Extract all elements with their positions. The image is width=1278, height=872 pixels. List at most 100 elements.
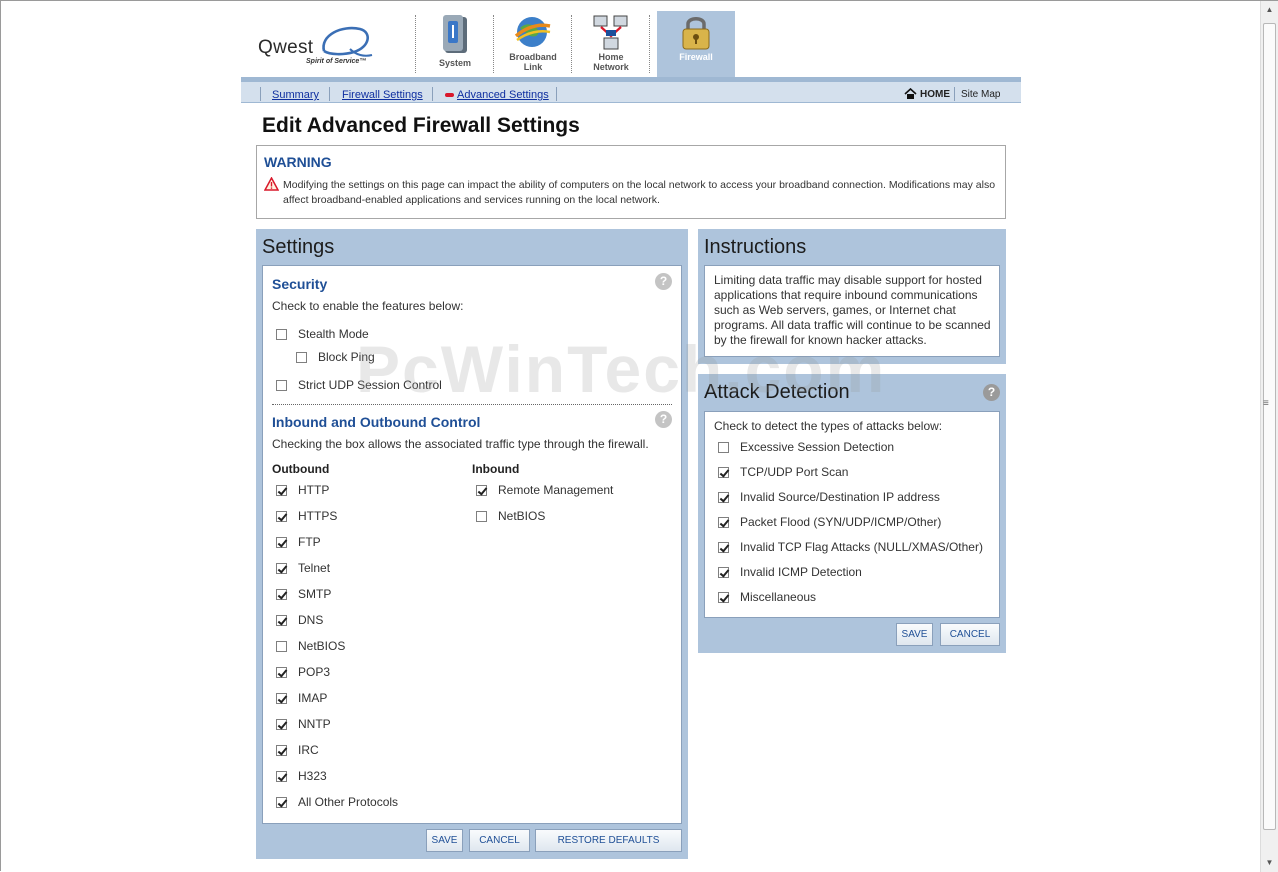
nav-tab-home-network[interactable]: Home Network: [575, 11, 647, 77]
excessive-session-option[interactable]: Excessive Session Detection: [718, 439, 894, 455]
warning-title: WARNING: [264, 154, 332, 170]
outbound-nntp-option[interactable]: NNTP: [276, 716, 331, 732]
outbound-imap-checkbox[interactable]: [276, 693, 287, 704]
outbound-smtp-checkbox[interactable]: [276, 589, 287, 600]
attack-cancel-button[interactable]: CANCEL: [940, 623, 1000, 646]
attack-save-button[interactable]: SAVE: [896, 623, 933, 646]
page-title: Edit Advanced Firewall Settings: [262, 114, 580, 137]
nav-tab-label: Home: [598, 52, 624, 62]
inbound-remote-management-checkbox[interactable]: [476, 485, 487, 496]
miscellaneous-option[interactable]: Miscellaneous: [718, 589, 816, 605]
option-label: POP3: [298, 665, 331, 679]
outbound-telnet-checkbox[interactable]: [276, 563, 287, 574]
control-help-icon[interactable]: ?: [655, 411, 672, 428]
settings-inner-box: Security ? Check to enable the features …: [262, 265, 682, 824]
option-label: Invalid ICMP Detection: [740, 565, 862, 579]
outbound-pop3-checkbox[interactable]: [276, 667, 287, 678]
inbound-netbios-option[interactable]: NetBIOS: [476, 508, 545, 524]
outbound-h323-option[interactable]: H323: [276, 768, 327, 784]
security-title: Security: [272, 276, 328, 292]
outbound-dns-checkbox[interactable]: [276, 615, 287, 626]
scroll-up-arrow-icon[interactable]: ▲: [1261, 1, 1278, 18]
option-label: NNTP: [298, 717, 331, 731]
outbound-smtp-option[interactable]: SMTP: [276, 586, 331, 602]
site-map-link[interactable]: Site Map: [961, 89, 1000, 100]
home-link[interactable]: HOME: [920, 89, 950, 100]
section-divider: [272, 404, 672, 405]
nav-tab-system[interactable]: System: [419, 11, 491, 77]
port-scan-checkbox[interactable]: [718, 467, 729, 478]
invalid-icmp-option[interactable]: Invalid ICMP Detection: [718, 564, 862, 580]
inbound-header: Inbound: [472, 462, 520, 476]
vertical-scrollbar[interactable]: ▲ ≡ ▼: [1260, 1, 1278, 872]
nav-tab-firewall[interactable]: Firewall: [657, 11, 735, 77]
outbound-nntp-checkbox[interactable]: [276, 719, 287, 730]
outbound-all-other-checkbox[interactable]: [276, 797, 287, 808]
option-label: H323: [298, 769, 327, 783]
outbound-http-option[interactable]: HTTP: [276, 482, 329, 498]
nav-tab-label: Broadband: [509, 52, 557, 62]
option-label: Block Ping: [318, 350, 375, 364]
outbound-imap-option[interactable]: IMAP: [276, 690, 327, 706]
invalid-ip-checkbox[interactable]: [718, 492, 729, 503]
stealth-mode-checkbox[interactable]: [276, 329, 287, 340]
strict-udp-option[interactable]: Strict UDP Session Control: [276, 377, 442, 393]
attack-help-icon[interactable]: ?: [983, 384, 1000, 401]
stealth-mode-option[interactable]: Stealth Mode: [276, 326, 369, 342]
outbound-netbios-checkbox[interactable]: [276, 641, 287, 652]
nav-divider: [571, 15, 572, 73]
port-scan-option[interactable]: TCP/UDP Port Scan: [718, 464, 848, 480]
settings-cancel-button[interactable]: CANCEL: [469, 829, 530, 852]
home-icon[interactable]: [904, 88, 917, 99]
scrollbar-thumb[interactable]: [1263, 23, 1276, 830]
warning-box: WARNING Modifying the settings on this p…: [256, 145, 1006, 219]
qwest-logo[interactable]: Qwest Spirit of Service™: [258, 25, 378, 70]
security-help-icon[interactable]: ?: [655, 273, 672, 290]
inbound-remote-management-option[interactable]: Remote Management: [476, 482, 613, 498]
settings-save-button[interactable]: SAVE: [426, 829, 463, 852]
nav-tab-broadband-link[interactable]: Broadband Link: [497, 11, 569, 77]
nav-tab-label: Network: [593, 62, 629, 72]
outbound-dns-option[interactable]: DNS: [276, 612, 323, 628]
block-ping-checkbox[interactable]: [296, 352, 307, 363]
tcp-flag-option[interactable]: Invalid TCP Flag Attacks (NULL/XMAS/Othe…: [718, 539, 983, 555]
packet-flood-checkbox[interactable]: [718, 517, 729, 528]
tcp-flag-checkbox[interactable]: [718, 542, 729, 553]
nav-tab-label: System: [438, 58, 472, 68]
outbound-https-option[interactable]: HTTPS: [276, 508, 337, 524]
outbound-telnet-option[interactable]: Telnet: [276, 560, 330, 576]
outbound-irc-checkbox[interactable]: [276, 745, 287, 756]
subnav-separator: [556, 87, 557, 101]
outbound-pop3-option[interactable]: POP3: [276, 664, 330, 680]
outbound-h323-checkbox[interactable]: [276, 771, 287, 782]
outbound-irc-option[interactable]: IRC: [276, 742, 319, 758]
settings-panel: Settings Security ? Check to enable the …: [256, 229, 688, 859]
option-label: Stealth Mode: [298, 327, 369, 341]
restore-defaults-button[interactable]: RESTORE DEFAULTS: [535, 829, 682, 852]
outbound-ftp-checkbox[interactable]: [276, 537, 287, 548]
outbound-all-other-option[interactable]: All Other Protocols: [276, 794, 398, 810]
invalid-ip-option[interactable]: Invalid Source/Destination IP address: [718, 489, 940, 505]
subnav-link-summary[interactable]: Summary: [272, 89, 319, 101]
inbound-netbios-checkbox[interactable]: [476, 511, 487, 522]
invalid-icmp-checkbox[interactable]: [718, 567, 729, 578]
outbound-netbios-option[interactable]: NetBIOS: [276, 638, 345, 654]
subnav-link-firewall-settings[interactable]: Firewall Settings: [342, 89, 423, 101]
option-label: Invalid Source/Destination IP address: [740, 490, 940, 504]
option-label: HTTP: [298, 483, 330, 497]
option-label: IRC: [298, 743, 319, 757]
subnav-separator: [432, 87, 433, 101]
outbound-ftp-option[interactable]: FTP: [276, 534, 321, 550]
outbound-http-checkbox[interactable]: [276, 485, 287, 496]
strict-udp-checkbox[interactable]: [276, 380, 287, 391]
instructions-title: Instructions: [704, 236, 807, 258]
outbound-https-checkbox[interactable]: [276, 511, 287, 522]
miscellaneous-checkbox[interactable]: [718, 592, 729, 603]
block-ping-option[interactable]: Block Ping: [296, 349, 375, 365]
packet-flood-option[interactable]: Packet Flood (SYN/UDP/ICMP/Other): [718, 514, 941, 530]
subnav-link-advanced-settings[interactable]: Advanced Settings: [457, 89, 549, 101]
option-label: NetBIOS: [498, 509, 546, 523]
excessive-session-checkbox[interactable]: [718, 442, 729, 453]
scroll-down-arrow-icon[interactable]: ▼: [1261, 854, 1278, 871]
system-icon: [443, 15, 467, 53]
